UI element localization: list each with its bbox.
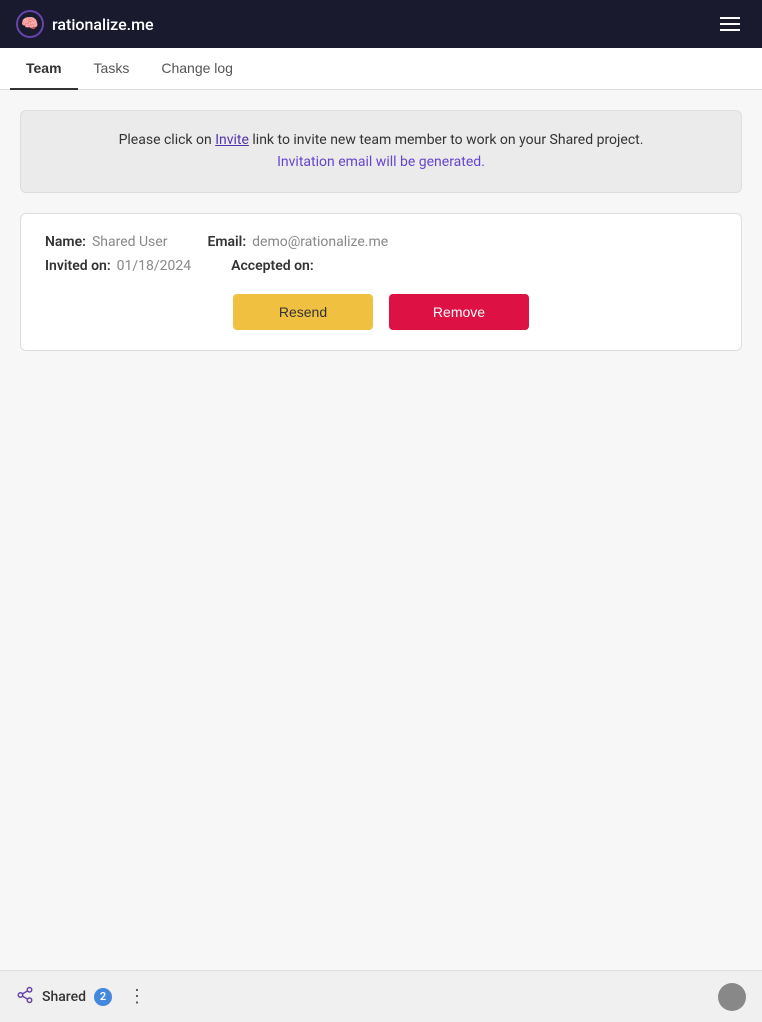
footer-member-count-badge: 2 <box>94 988 112 1006</box>
share-icon <box>16 986 34 1008</box>
name-value: Shared User <box>92 234 168 250</box>
footer-avatar <box>718 983 746 1011</box>
tab-changelog[interactable]: Change log <box>145 48 249 90</box>
invited-on-label: Invited on: <box>45 258 111 274</box>
info-banner-line2: Invitation email will be generated. <box>45 151 717 173</box>
name-label: Name: <box>45 234 86 250</box>
info-banner-line1: Please click on Invite link to invite ne… <box>45 129 717 151</box>
resend-button[interactable]: Resend <box>233 294 373 330</box>
tab-tasks[interactable]: Tasks <box>78 48 146 90</box>
hamburger-line-1 <box>720 17 740 19</box>
logo-icon: 🧠 <box>16 10 44 38</box>
app-title: rationalize.me <box>52 15 154 34</box>
member-actions: Resend Remove <box>45 294 717 330</box>
logo-container: 🧠 rationalize.me <box>16 10 154 38</box>
hamburger-line-3 <box>720 29 740 31</box>
member-info-row: Name: Shared User Email: demo@rationaliz… <box>45 234 717 250</box>
footer-project-name: Shared <box>42 989 86 1005</box>
name-field: Name: Shared User <box>45 234 167 250</box>
remove-button[interactable]: Remove <box>389 294 529 330</box>
app-footer: Shared 2 ⋮ <box>0 970 762 1022</box>
accepted-on-label: Accepted on: <box>231 258 314 274</box>
email-label: Email: <box>207 234 246 250</box>
hamburger-menu-button[interactable] <box>714 11 746 37</box>
email-value: demo@rationalize.me <box>252 234 388 250</box>
invited-on-value: 01/18/2024 <box>117 258 192 274</box>
email-field: Email: demo@rationalize.me <box>207 234 388 250</box>
app-header: 🧠 rationalize.me <box>0 0 762 48</box>
info-banner: Please click on Invite link to invite ne… <box>20 110 742 193</box>
main-content: Team Tasks Change log Please click on In… <box>0 48 762 970</box>
hamburger-line-2 <box>720 23 740 25</box>
tab-team[interactable]: Team <box>10 48 78 90</box>
member-card: Name: Shared User Email: demo@rationaliz… <box>20 213 742 351</box>
invite-link[interactable]: Invite <box>215 132 249 148</box>
tabs-bar: Team Tasks Change log <box>0 48 762 90</box>
member-dates-row: Invited on: 01/18/2024 Accepted on: <box>45 258 717 274</box>
accepted-on-field: Accepted on: <box>231 258 320 274</box>
invited-on-field: Invited on: 01/18/2024 <box>45 258 191 274</box>
footer-menu-button[interactable]: ⋮ <box>124 982 150 1011</box>
page-body: Please click on Invite link to invite ne… <box>0 90 762 970</box>
